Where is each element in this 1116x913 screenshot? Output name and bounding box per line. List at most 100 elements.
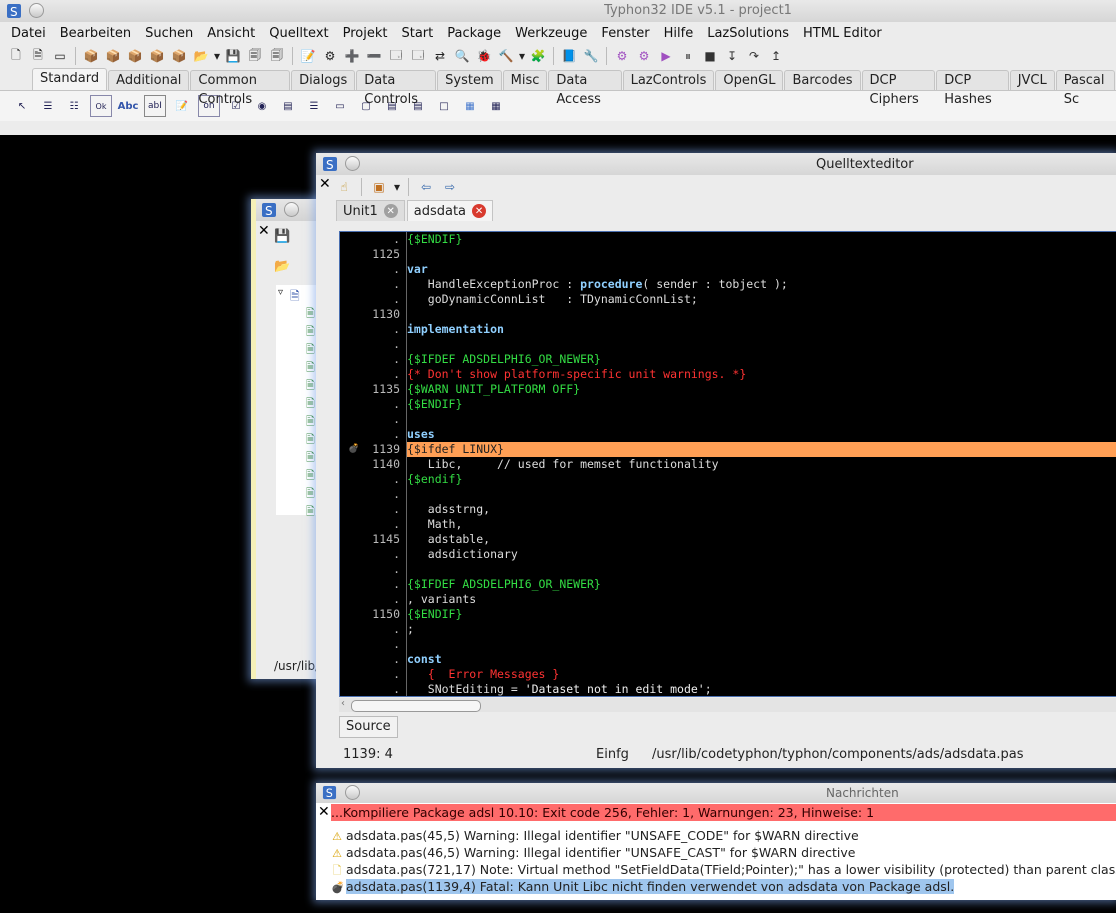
menu-datei[interactable]: Datei [4,26,53,41]
menu-werkzeuge[interactable]: Werkzeuge [508,26,594,41]
horizontal-scrollbar[interactable]: ‹ [339,698,1116,712]
save-all-icon[interactable]: 🗐 [245,47,265,65]
pause-icon[interactable]: ⏸ [678,47,698,65]
bookmark-icon[interactable]: ▣ [369,178,389,196]
palette-tab-dialogs[interactable]: Dialogs [291,70,356,90]
code-line[interactable]: ; [407,622,414,637]
button-icon[interactable]: Ok [90,95,112,117]
code-line[interactable]: { Error Messages } [407,667,560,682]
error-highlighted-line[interactable]: {$ifdef LINUX} [407,442,1116,457]
code-line[interactable]: {* Don't show platform-specific unit war… [407,367,746,382]
code-line[interactable]: SNotEditing = 'Dataset not in edit mode'… [407,682,712,696]
code-line[interactable]: var [407,262,428,277]
open-icon[interactable]: 📂 [191,47,211,65]
code-line[interactable]: {$ENDIF} [407,397,462,412]
palette-tab-data-controls[interactable]: Data Controls [356,70,437,107]
save-icon[interactable]: 💾 [223,47,243,65]
menu-suchen[interactable]: Suchen [138,26,200,41]
settings-icon[interactable]: ⚙ [612,47,632,65]
debug-icon[interactable]: 🐞 [474,47,494,65]
jump-back-icon[interactable]: ⇦ [416,178,436,196]
step-into-icon[interactable]: ↧ [722,47,742,65]
stop-icon[interactable]: ■ [700,47,720,65]
code-line[interactable]: const [407,652,442,667]
inspector-icon[interactable]: 🔍 [452,47,472,65]
message-fatal-line[interactable]: 💣adsdata.pas(1139,4) Fatal: Kann Unit Li… [331,878,1116,895]
palette-tab-dcp-hashes[interactable]: DCP Hashes [936,70,1009,107]
step-over-icon[interactable]: ↷ [744,47,764,65]
menu-projekt[interactable]: Projekt [336,26,395,41]
close-icon[interactable]: ✕ [318,804,330,820]
components-icon[interactable]: 🧩 [528,47,548,65]
code-line[interactable]: {$endif} [407,472,462,487]
menu-html-editor[interactable]: HTML Editor [796,26,889,41]
radio-button-icon[interactable]: ◉ [252,96,272,116]
palette-tab-misc[interactable]: Misc [502,70,548,90]
code-line[interactable]: HandleExceptionProc : procedure( sender … [407,277,788,292]
code-line[interactable]: uses [407,427,435,442]
close-icon[interactable]: ✕ [319,176,331,192]
message-warning-line[interactable]: ⚠ adsdata.pas(45,5) Warning: Illegal iden… [331,827,1116,844]
menu-package[interactable]: Package [440,26,508,41]
code-line[interactable]: adstable, [407,532,490,547]
close-file-icon[interactable]: 🗐 [267,47,287,65]
menu-bearbeiten[interactable]: Bearbeiten [53,26,138,41]
chevron-down-icon[interactable]: ▾ [393,178,401,196]
code-line[interactable]: adsstrng, [407,502,490,517]
menu-quelltext[interactable]: Quelltext [262,26,335,41]
code-line[interactable]: implementation [407,322,504,337]
package-add-icon[interactable]: 📦 [125,47,145,65]
palette-tab-opengl[interactable]: OpenGL [715,70,784,90]
step-out-icon[interactable]: ↥ [766,47,786,65]
frame-icon[interactable]: ▦ [460,96,480,116]
palette-tab-pascal-script[interactable]: Pascal Sc [1055,70,1116,107]
view-forms-icon[interactable]: 🗔 [408,47,428,65]
window-menu-button[interactable] [345,785,360,800]
message-error-line[interactable]: ...Kompiliere Package adsl 10.10: Exit c… [331,804,1116,821]
palette-tab-data-access[interactable]: Data Access [548,70,622,107]
new-form-icon[interactable]: ▭ [50,47,70,65]
combobox-icon[interactable]: ☰ [304,96,324,116]
code-line[interactable]: {$WARN UNIT_PLATFORM OFF} [407,382,580,397]
tools-icon[interactable]: 🔧 [581,47,601,65]
window-menu-button[interactable] [345,156,360,171]
actionlist-icon[interactable]: ▦ [486,96,506,116]
label-icon[interactable]: Abc [118,96,139,116]
window-menu-button[interactable] [284,202,299,217]
open-package-icon[interactable]: 📦 [81,47,101,65]
code-line[interactable]: {$ENDIF} [407,607,462,622]
scroll-left-icon[interactable]: ‹ [341,698,345,709]
code-line[interactable]: {$IFDEF ADSDELPHI6_OR_NEWER} [407,352,601,367]
palette-tab-dcp-ciphers[interactable]: DCP Ciphers [861,70,936,107]
remove-from-project-icon[interactable]: ➖ [364,47,384,65]
code-line[interactable]: , variants [407,592,476,607]
popup-menu-icon[interactable]: ☷ [64,96,84,116]
package-find-icon[interactable]: 📦 [169,47,189,65]
listbox-icon[interactable]: ▤ [278,96,298,116]
scrollbar-icon[interactable]: ▭ [330,96,350,116]
chevron-down-icon[interactable]: ▾ [213,47,221,65]
jump-icon[interactable]: ☝ [334,178,354,196]
book-icon[interactable]: 📘 [559,47,579,65]
source-tab-button[interactable]: Source [339,716,398,738]
panel-icon[interactable]: □ [434,96,454,116]
new-unit-icon[interactable]: 🗎 [28,47,48,65]
palette-tab-barcodes[interactable]: Barcodes [784,70,861,90]
menu-start[interactable]: Start [394,26,440,41]
code-line[interactable]: Math, [407,517,463,532]
close-icon[interactable]: ✕ [472,204,487,218]
message-note-line[interactable]: 🗋 adsdata.pas(721,17) Note: Virtual metho… [331,861,1116,878]
add-to-project-icon[interactable]: ➕ [342,47,362,65]
scrollbar-thumb[interactable] [351,700,481,712]
palette-tab-standard[interactable]: Standard [32,68,108,90]
menu-hilfe[interactable]: Hilfe [657,26,701,41]
palette-tab-lazcontrols[interactable]: LazControls [622,70,715,90]
code-line[interactable]: {$ENDIF} [407,232,462,247]
code-line[interactable]: goDynamicConnList : TDynamicConnList; [407,292,698,307]
close-icon[interactable]: ✕ [258,223,270,239]
chevron-down-icon[interactable]: ▾ [518,47,526,65]
code-line[interactable]: adsdictionary [407,547,518,562]
memo-icon[interactable]: 📝 [172,96,192,116]
editor-tab-unit1[interactable]: Unit1 ✕ [336,200,405,221]
package-icon[interactable]: 📦 [103,47,123,65]
